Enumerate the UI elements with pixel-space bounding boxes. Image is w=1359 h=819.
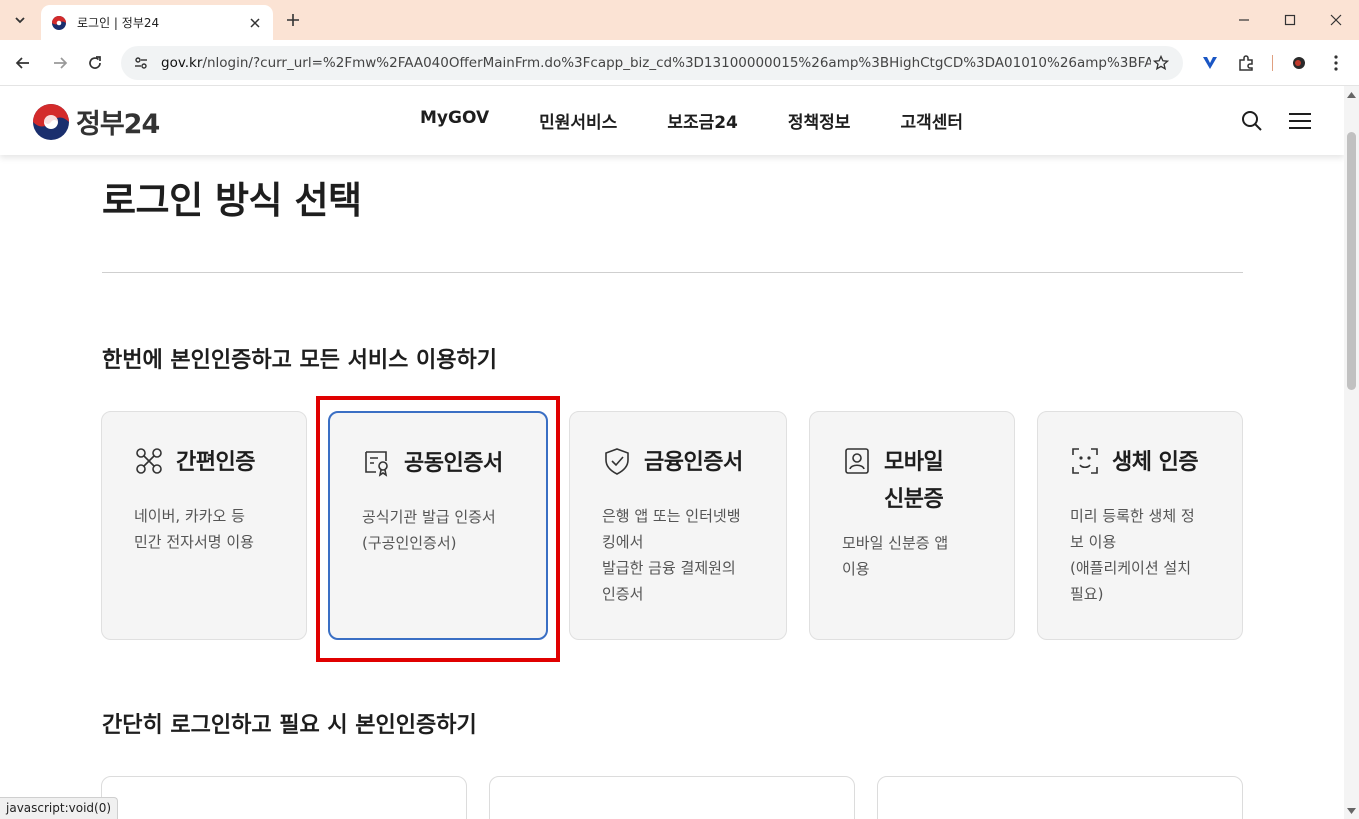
search-icon[interactable]	[1239, 108, 1265, 134]
taegeuk-logo-icon	[33, 103, 69, 140]
extension-v-icon[interactable]	[1199, 52, 1221, 74]
card-title: 간편인증	[176, 450, 255, 475]
card-description: 은행 앱 또는 인터넷뱅 킹에서 발급한 금융 결제원의 인증서	[602, 507, 741, 603]
login-option-card[interactable]	[489, 776, 855, 819]
browser-toolbar: gov.kr/nlogin/?curr_url=%2Fmw%2FAA040Off…	[0, 40, 1359, 86]
tab-title: 로그인 | 정부24	[77, 16, 160, 30]
tab-search-button[interactable]	[6, 7, 34, 33]
site-favicon-icon	[52, 15, 66, 30]
page-title: 로그인 방식 선택	[102, 179, 362, 222]
arrow-left-icon	[15, 57, 29, 69]
site-logo[interactable]: 정부24	[32, 102, 160, 141]
chevron-down-icon	[15, 17, 25, 24]
new-tab-button[interactable]	[282, 9, 304, 31]
card-simple-auth[interactable]: 간편인증 네이버, 카카오 등 민간 전자서명 이용	[101, 411, 307, 640]
toolbar-divider	[1272, 55, 1273, 71]
scroll-thumb[interactable]	[1347, 132, 1356, 390]
close-icon	[1330, 14, 1342, 26]
site-header: 정부24 MyGOV 민원서비스 보조금24 정책정보 고객센터	[0, 86, 1344, 155]
card-mobile-id[interactable]: 모바일 신분증 모바일 신분증 앱 이용	[809, 411, 1015, 640]
bookmark-star-icon[interactable]	[1151, 53, 1171, 73]
divider	[102, 272, 1243, 273]
hamburger-menu-icon[interactable]	[1287, 108, 1313, 134]
close-tab-icon[interactable]	[247, 15, 263, 31]
maximize-icon	[1284, 14, 1296, 26]
browser-tab[interactable]: 로그인 | 정부24	[41, 5, 273, 40]
login-option-card[interactable]	[877, 776, 1243, 819]
nav-item-civil-service[interactable]: 민원서비스	[539, 108, 617, 133]
back-button[interactable]	[9, 49, 37, 77]
card-description: 미리 등록한 생체 정 보 이용 (애플리케이션 설치 필요)	[1070, 507, 1195, 603]
section-title-simple-login: 간단히 로그인하고 필요 시 본인인증하기	[102, 713, 477, 738]
close-window-button[interactable]	[1313, 0, 1359, 40]
card-joint-certificate[interactable]: 공동인증서 공식기관 발급 인증서 (구공인인증서)	[328, 411, 548, 640]
more-menu-icon[interactable]	[1325, 52, 1347, 74]
id-card-icon	[842, 446, 872, 476]
card-description: 네이버, 카카오 등 민간 전자서명 이용	[134, 507, 254, 551]
extensions-puzzle-icon[interactable]	[1235, 52, 1257, 74]
nav-item-policy-info[interactable]: 정책정보	[788, 108, 851, 133]
face-scan-icon	[1070, 446, 1100, 476]
card-title: 공동인증서	[404, 451, 503, 476]
plus-icon	[287, 14, 299, 26]
status-bar: javascript:void(0)	[0, 797, 119, 819]
page-scrollbar[interactable]	[1344, 86, 1359, 819]
nav-item-customer-center[interactable]: 고객센터	[900, 108, 963, 133]
scroll-up-icon[interactable]	[1347, 90, 1356, 99]
tab-strip: 로그인 | 정부24	[0, 0, 1359, 40]
arrow-right-icon	[54, 57, 68, 69]
card-title: 생체 인증	[1112, 450, 1199, 475]
minimize-button[interactable]	[1221, 0, 1267, 40]
card-financial-certificate[interactable]: 금융인증서 은행 앱 또는 인터넷뱅 킹에서 발급한 금융 결제원의 인증서	[569, 411, 787, 640]
nav-item-subsidy24[interactable]: 보조금24	[667, 108, 738, 133]
main-nav: MyGOV 민원서비스 보조금24 정책정보 고객센터	[420, 108, 1013, 133]
certificate-icon	[362, 447, 392, 477]
scroll-down-icon[interactable]	[1347, 806, 1356, 815]
maximize-button[interactable]	[1267, 0, 1313, 40]
card-title: 금융인증서	[644, 450, 743, 475]
url-text: gov.kr/nlogin/?curr_url=%2Fmw%2FAA040Off…	[161, 55, 1151, 71]
login-option-card[interactable]	[101, 776, 467, 819]
reload-button[interactable]	[81, 49, 109, 77]
card-description: 모바일 신분증 앱 이용	[842, 534, 949, 578]
shield-check-icon	[602, 446, 632, 476]
site-settings-icon[interactable]	[133, 55, 149, 71]
profile-avatar-icon[interactable]	[1288, 52, 1310, 74]
nodes-icon	[134, 446, 164, 476]
page-viewport: 정부24 MyGOV 민원서비스 보조금24 정책정보 고객센터 로그인 방식 …	[0, 86, 1344, 819]
card-biometric-auth[interactable]: 생체 인증 미리 등록한 생체 정 보 이용 (애플리케이션 설치 필요)	[1037, 411, 1243, 640]
address-bar[interactable]: gov.kr/nlogin/?curr_url=%2Fmw%2FAA040Off…	[121, 46, 1183, 80]
minimize-icon	[1239, 19, 1249, 21]
nav-item-mygov[interactable]: MyGOV	[420, 108, 489, 133]
reload-icon	[89, 56, 101, 69]
card-description: 공식기관 발급 인증서 (구공인인증서)	[362, 508, 496, 552]
card-title: 모바일 신분증	[884, 450, 944, 512]
logo-text: 정부24	[76, 109, 160, 140]
section-title-full-auth: 한번에 본인인증하고 모든 서비스 이용하기	[102, 348, 497, 373]
forward-button[interactable]	[46, 49, 74, 77]
